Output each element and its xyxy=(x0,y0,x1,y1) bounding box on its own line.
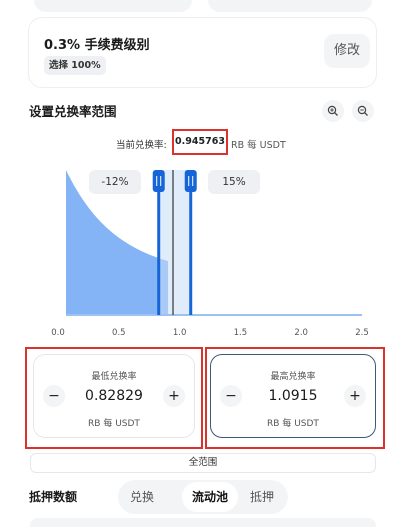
fee-tier-card: 0.3% 手续费级别 选择 100% 修改 xyxy=(28,17,377,88)
range-handle-grip xyxy=(184,170,197,192)
fee-edit-button[interactable]: 修改 xyxy=(324,34,370,68)
current-rate-label: 当前兑换率: xyxy=(116,140,167,151)
top-stub-left xyxy=(34,0,192,12)
tab-stake[interactable]: 抵押 xyxy=(250,480,274,514)
fee-tier-title: 0.3% 手续费级别 xyxy=(44,38,150,53)
range-handle-grip xyxy=(152,170,165,192)
top-stub-right xyxy=(208,0,372,12)
deposit-panel-edge xyxy=(30,518,376,527)
x-axis-ticks: 0.0 0.5 1.0 1.5 2.0 2.5 xyxy=(51,328,369,338)
current-rate-value: 0.945763 xyxy=(172,129,228,155)
max-price-percent-badge: 15% xyxy=(208,170,260,194)
max-price-increment-button[interactable]: + xyxy=(344,385,366,407)
x-tick-label: 1.5 xyxy=(234,328,248,338)
bottom-tab-bar: 兑换 流动池 抵押 xyxy=(118,480,288,514)
tab-pool[interactable]: 流动池 xyxy=(182,482,238,512)
current-rate-row: 当前兑换率: 0.945763 RB 每 USDT xyxy=(0,129,405,155)
deposit-amount-title: 抵押数额 xyxy=(29,490,78,504)
x-tick-label: 0.0 xyxy=(51,328,65,338)
max-price-unit: RB 每 USDT xyxy=(267,419,319,429)
min-price-card: 最低兑换率 − 0.82829 + RB 每 USDT xyxy=(33,354,195,438)
range-section-title: 设置兑换率范围 xyxy=(29,104,117,119)
max-price-card: 最高兑换率 − 1.0915 + RB 每 USDT xyxy=(210,354,376,438)
fee-selection-badge: 选择 100% xyxy=(44,56,106,75)
current-rate-unit: RB 每 USDT xyxy=(231,140,286,151)
x-tick-label: 1.0 xyxy=(173,328,187,338)
max-price-title: 最高兑换率 xyxy=(270,372,316,382)
x-tick-label: 2.5 xyxy=(355,328,369,338)
min-price-title: 最低兑换率 xyxy=(91,372,137,382)
x-tick-label: 0.5 xyxy=(112,328,126,338)
min-price-unit: RB 每 USDT xyxy=(88,419,140,429)
top-stubs xyxy=(28,0,378,12)
zoom-in-icon[interactable] xyxy=(322,100,344,122)
selected-range-band xyxy=(158,170,191,315)
min-price-percent-badge: -12% xyxy=(89,170,141,194)
zoom-out-icon[interactable] xyxy=(352,100,374,122)
liquidity-range-chart[interactable]: 0.0 0.5 1.0 1.5 2.0 2.5 xyxy=(0,160,405,345)
full-range-button[interactable]: 全范围 xyxy=(30,453,376,473)
min-price-increment-button[interactable]: + xyxy=(163,385,185,407)
x-tick-label: 2.0 xyxy=(294,328,308,338)
tab-swap[interactable]: 兑换 xyxy=(130,480,154,514)
